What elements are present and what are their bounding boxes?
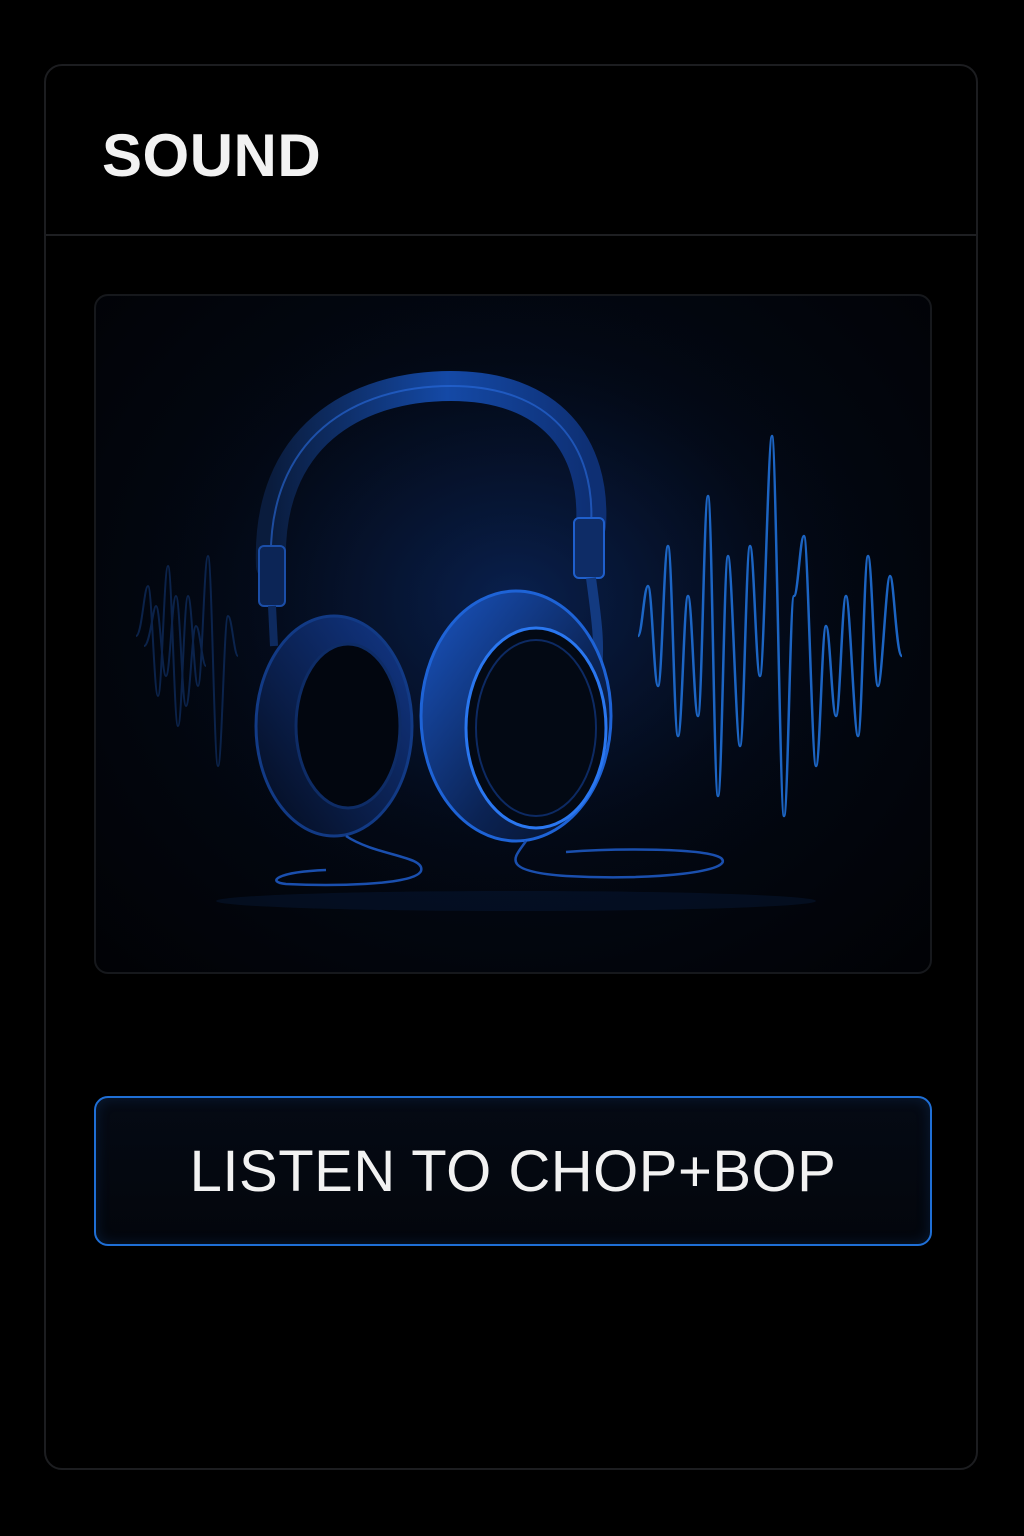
listen-button[interactable]: LISTEN TO CHOP+BOP xyxy=(94,1096,932,1246)
card-header: SOUND xyxy=(46,66,976,236)
sound-card: SOUND LISTEN TO CHOP+BOP xyxy=(44,64,978,1470)
hero-illustration xyxy=(96,296,930,972)
page-title: SOUND xyxy=(102,122,322,189)
hero-image xyxy=(94,294,932,974)
